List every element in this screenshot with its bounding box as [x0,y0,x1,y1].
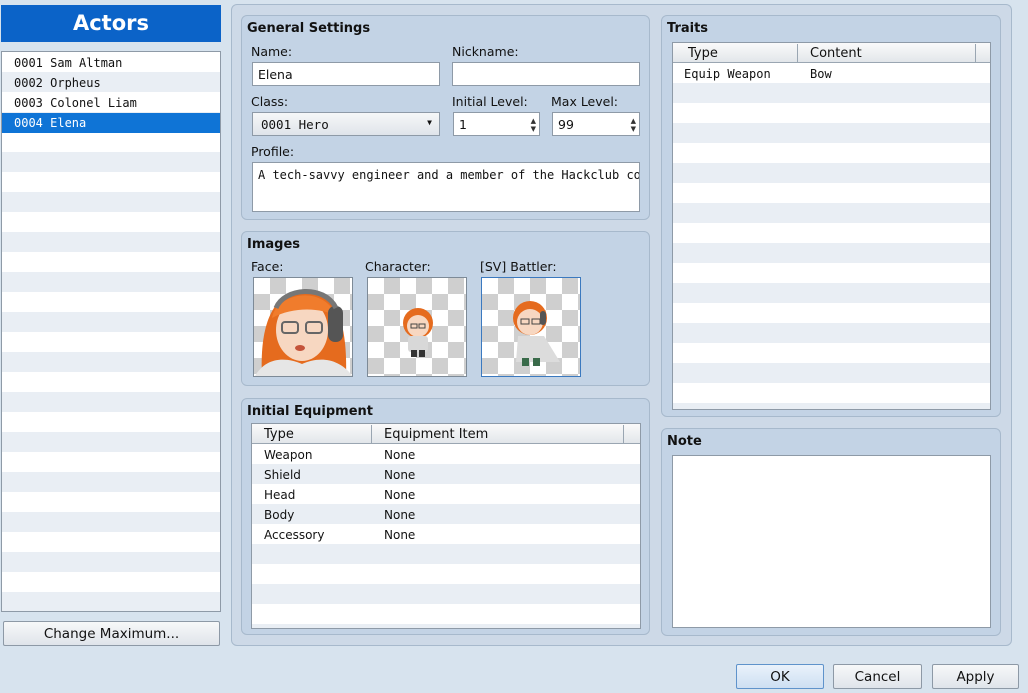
equipment-item: None [384,528,416,542]
face-image[interactable] [253,277,353,377]
battler-label: [SV] Battler: [480,259,557,274]
note-panel: Note [661,428,1001,636]
table-row[interactable]: Equip Weapon Bow [673,64,990,84]
trait-content: Bow [810,67,832,81]
equipment-item: None [384,508,416,522]
equipment-item: None [384,488,416,502]
equipment-type: Body [264,508,295,522]
table-row[interactable]: Shield None [252,465,640,485]
list-item[interactable]: 0003 Colonel Liam [2,93,220,113]
profile-field[interactable]: A tech-savvy engineer and a member of th… [252,162,640,212]
cancel-button[interactable]: Cancel [833,664,922,689]
name-field[interactable]: Elena [252,62,440,86]
images-panel: Images Face: Character: [SV] Battler: [241,231,650,386]
battler-image[interactable] [481,277,581,377]
equipment-type: Weapon [264,448,313,462]
initial-level-stepper[interactable]: 1 ▲ ▼ [453,112,540,136]
apply-button[interactable]: Apply [932,664,1019,689]
column-header-type[interactable]: Type [673,44,798,63]
change-maximum-button[interactable]: Change Maximum... [3,621,220,646]
list-item-selected[interactable]: 0004 Elena [2,113,220,133]
column-header-content[interactable]: Content [798,44,976,63]
actors-list[interactable]: 0001 Sam Altman 0002 Orpheus 0003 Colone… [1,51,221,612]
character-label: Character: [365,259,431,274]
equipment-item: None [384,448,416,462]
equipment-type: Shield [264,468,301,482]
character-image[interactable] [367,277,467,377]
class-label: Class: [251,94,289,109]
name-label: Name: [251,44,293,59]
equipment-table-header: Type Equipment Item [252,424,640,444]
list-item[interactable]: 0001 Sam Altman [2,53,220,73]
traits-table-header: Type Content [673,43,990,63]
character-sprite-icon [403,308,433,357]
face-portrait-icon [255,289,352,376]
column-header-type[interactable]: Type [252,425,372,444]
images-title: Images [247,237,301,252]
equipment-panel: Initial Equipment Type Equipment Item We… [241,398,650,635]
table-row[interactable]: Weapon None [252,445,640,465]
equipment-item: None [384,468,416,482]
spin-arrows-icon[interactable]: ▲ ▼ [631,117,636,133]
note-field[interactable] [672,455,991,628]
ok-button[interactable]: OK [736,664,824,689]
max-level-label: Max Level: [551,94,619,109]
nickname-label: Nickname: [452,44,519,59]
equipment-type: Accessory [264,528,325,542]
column-header-equipment-item[interactable]: Equipment Item [372,425,624,444]
equipment-type: Head [264,488,296,502]
general-settings-title: General Settings [247,21,371,36]
traits-table[interactable]: Type Content Equip Weapon Bow [672,42,991,410]
traits-title: Traits [667,21,709,36]
list-item[interactable]: 0002 Orpheus [2,73,220,93]
class-select[interactable]: 0001 Hero ▼ [252,112,440,136]
table-row[interactable]: Body None [252,505,640,525]
spin-arrows-icon[interactable]: ▲ ▼ [531,117,536,133]
traits-panel: Traits Type Content Equip Weapon Bow [661,15,1001,417]
profile-label: Profile: [251,144,295,159]
equipment-table[interactable]: Type Equipment Item Weapon None Shield Non… [251,423,641,629]
battler-sprite-icon [513,301,560,366]
table-row[interactable]: Accessory None [252,525,640,545]
general-settings-panel: General Settings Name: Elena Nickname: C… [241,15,650,220]
nickname-field[interactable] [452,62,640,86]
table-row[interactable]: Head None [252,485,640,505]
actors-header: Actors [1,5,221,42]
chevron-down-icon: ▼ [427,118,432,127]
face-label: Face: [251,259,284,274]
max-level-stepper[interactable]: 99 ▲ ▼ [552,112,640,136]
equipment-title: Initial Equipment [247,404,374,419]
note-title: Note [667,434,702,449]
trait-type: Equip Weapon [684,67,771,81]
initial-level-label: Initial Level: [452,94,528,109]
